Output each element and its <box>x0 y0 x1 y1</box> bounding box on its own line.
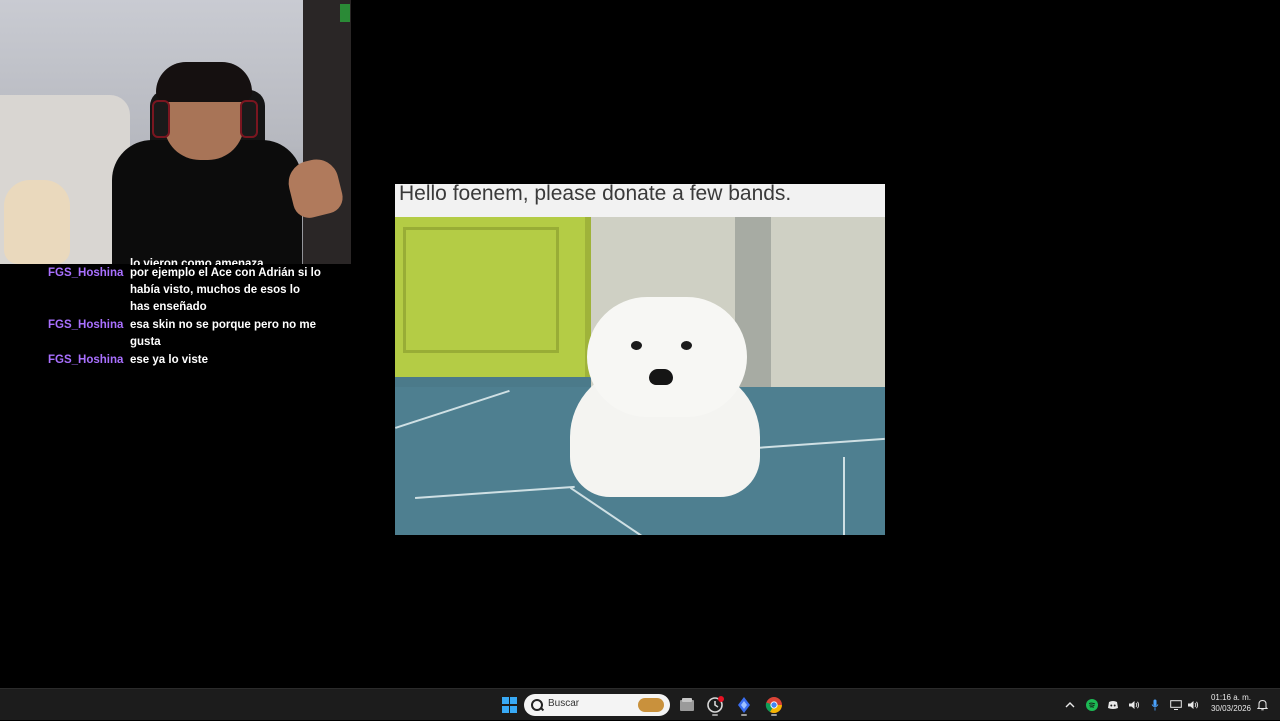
windows-start-icon[interactable] <box>497 693 521 717</box>
file-explorer-icon[interactable] <box>675 693 699 717</box>
stream-chat: lo vieron como amenaza FGS_Hoshina por e… <box>48 256 328 370</box>
chrome-icon[interactable] <box>762 693 786 717</box>
system-clock[interactable]: 01:16 a. m. 30/03/2026 <box>1206 692 1256 714</box>
headset-right <box>240 100 258 138</box>
search-box[interactable]: Buscar <box>524 694 670 716</box>
dog-nose <box>649 369 673 385</box>
display-icon[interactable] <box>1168 689 1184 721</box>
donation-alert: Hello foenem, please donate a few bands. <box>395 184 885 535</box>
webcam-wall <box>303 0 351 264</box>
door-panel <box>403 227 559 353</box>
caption-bar: Hello foenem, please donate a few bands. <box>395 184 885 217</box>
dog-eye <box>631 341 642 350</box>
tile-line <box>415 485 575 499</box>
microphone-icon[interactable] <box>1147 689 1163 721</box>
spotify-icon[interactable] <box>1084 689 1100 721</box>
volume-icon[interactable] <box>1185 689 1201 721</box>
chat-message: FGS_Hoshina esa skin no se porque pero n… <box>48 317 328 351</box>
chat-message: FGS_Hoshina ese ya lo viste <box>48 352 328 369</box>
discord-icon[interactable] <box>1105 689 1121 721</box>
chat-text: esa skin no se porque pero no me gusta <box>130 319 316 348</box>
tile-line <box>755 437 885 449</box>
search-icon <box>531 699 543 711</box>
app-running-indicator <box>771 714 777 716</box>
dog-photo <box>395 217 885 535</box>
app-running-indicator <box>741 714 747 716</box>
donation-caption: Hello foenem, please donate a few bands. <box>399 184 792 205</box>
search-highlight-icon <box>638 698 664 712</box>
webcam-light <box>340 4 350 22</box>
webcam-overlay <box>0 0 351 264</box>
speaker-icon[interactable] <box>1126 689 1142 721</box>
tile-line <box>395 389 510 429</box>
headset-left <box>152 100 170 138</box>
chat-message: FGS_Hoshina por ejemplo el Ace con Adriá… <box>48 265 328 316</box>
chat-text: ese ya lo viste <box>130 354 208 366</box>
game-launcher-icon[interactable] <box>703 693 727 717</box>
chat-username[interactable]: FGS_Hoshina <box>48 265 130 316</box>
search-placeholder: Buscar <box>548 698 580 709</box>
app-diamond-icon[interactable] <box>732 693 756 717</box>
app-running-indicator <box>712 714 718 716</box>
chat-cut-line: lo vieron como amenaza <box>130 258 264 265</box>
taskbar: Buscar 01:16 a. m. 30/03/2026 <box>0 688 1280 720</box>
chat-username[interactable]: FGS_Hoshina <box>48 352 130 369</box>
clock-time: 01:16 a. m. <box>1210 693 1252 702</box>
dog-eye <box>681 341 692 350</box>
photo-green-door <box>395 217 591 377</box>
clock-date: 30/03/2026 <box>1210 704 1252 713</box>
chevron-up-icon[interactable] <box>1062 689 1078 721</box>
tile-line <box>843 457 845 535</box>
chat-username[interactable]: FGS_Hoshina <box>48 317 130 351</box>
cat-sticker <box>4 180 70 264</box>
chat-text: por ejemplo el Ace con Adrián si lo habí… <box>130 267 321 313</box>
notification-bell-icon[interactable] <box>1254 689 1270 721</box>
dog-head <box>587 297 747 417</box>
streamer-hair <box>156 62 252 102</box>
